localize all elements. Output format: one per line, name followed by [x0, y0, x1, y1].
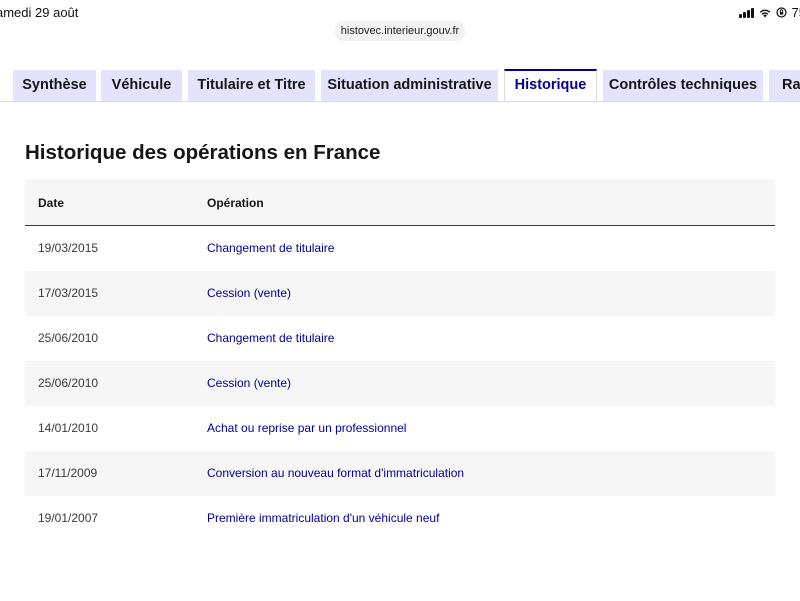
tab-vehicule[interactable]: Véhicule	[101, 70, 182, 101]
row-operation: Achat ou reprise par un professionnel	[207, 421, 407, 435]
row-operation: Cession (vente)	[207, 376, 292, 390]
row-operation: Conversion au nouveau format d'immatricu…	[207, 466, 465, 480]
table-header: Date Opération	[25, 179, 775, 226]
tab-titulaire-et-titre[interactable]: Titulaire et Titre	[188, 70, 315, 101]
row-date: 14/01/2010	[38, 421, 99, 435]
table-row: 19/01/2007 Première immatriculation d'un…	[25, 496, 775, 541]
tab-synthese[interactable]: Synthèse	[13, 70, 96, 101]
table-row: 19/03/2015 Changement de titulaire	[25, 226, 775, 271]
tab-situation-administrative[interactable]: Situation administrative	[321, 70, 498, 101]
row-operation: Changement de titulaire	[207, 241, 335, 255]
tab-historique[interactable]: Historique	[504, 69, 597, 102]
battery-percentage: 75	[791, 5, 800, 20]
column-header-operation: Opération	[207, 196, 264, 210]
table-row: 25/06/2010 Cession (vente)	[25, 361, 775, 406]
orientation-lock-icon	[775, 7, 787, 18]
row-date: 17/11/2009	[38, 466, 98, 480]
status-date: amedi 29 août	[0, 5, 79, 20]
row-operation: Cession (vente)	[207, 286, 292, 300]
row-date: 25/06/2010	[38, 331, 99, 345]
status-indicators: 75	[738, 5, 800, 20]
row-operation: Changement de titulaire	[207, 331, 335, 345]
row-date: 25/06/2010	[38, 376, 99, 390]
table-row: 25/06/2010 Changement de titulaire	[25, 316, 775, 361]
tab-controles-techniques[interactable]: Contrôles techniques	[603, 70, 763, 101]
history-table: Date Opération 19/03/2015 Changement de …	[25, 179, 775, 541]
row-date: 19/01/2007	[38, 511, 99, 525]
table-row: 17/03/2015 Cession (vente)	[25, 271, 775, 316]
wifi-icon	[759, 9, 770, 17]
url-text: histovec.interieur.gouv.fr	[340, 25, 460, 37]
cellular-signal-icon	[738, 7, 754, 18]
column-header-date: Date	[38, 196, 65, 210]
page-title: Historique des opérations en France	[25, 141, 381, 164]
table-row: 14/01/2010 Achat ou reprise par un profe…	[25, 406, 775, 451]
row-date: 19/03/2015	[38, 241, 99, 255]
address-bar[interactable]: histovec.interieur.gouv.fr	[335, 21, 465, 41]
table-row: 17/11/2009 Conversion au nouveau format …	[25, 451, 775, 496]
tab-rapport[interactable]: Rap	[769, 70, 800, 101]
row-date: 17/03/2015	[38, 286, 99, 300]
tab-bar: Synthèse Véhicule Titulaire et Titre Sit…	[0, 69, 800, 102]
table-body: 19/03/2015 Changement de titulaire 17/03…	[25, 226, 775, 541]
row-operation: Première immatriculation d'un véhicule n…	[207, 511, 440, 525]
